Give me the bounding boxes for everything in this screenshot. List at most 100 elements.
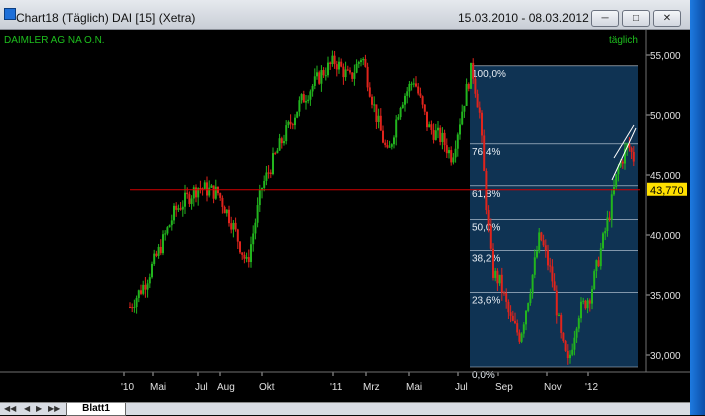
candle-body (382, 130, 384, 143)
candle-body (137, 290, 140, 298)
candle-body (509, 312, 512, 316)
prev-sheet-icon[interactable]: ◀ (24, 404, 30, 413)
candle-body (408, 83, 411, 92)
candle-body (168, 225, 171, 228)
last-sheet-icon[interactable]: ▶▶ (48, 404, 60, 413)
candle-body (472, 62, 475, 79)
candle-body (291, 124, 294, 126)
candle-body (184, 192, 186, 207)
candle-body (467, 83, 470, 89)
candle-body (162, 234, 164, 254)
candle-body (148, 277, 151, 284)
candle-body (434, 130, 437, 140)
candle-body (245, 257, 248, 259)
desktop-edge (690, 0, 705, 415)
sheet-tab-blatt1[interactable]: Blatt1 (66, 403, 126, 416)
candle-body (610, 194, 613, 220)
fib-level-label: 100,0% (472, 69, 506, 80)
candle-body (445, 145, 448, 154)
candle-body (386, 145, 389, 148)
candle-body (188, 194, 191, 204)
candle-body (560, 315, 563, 333)
candle-body (584, 300, 587, 309)
candle-body (443, 132, 446, 146)
fib-level-label: 76,4% (472, 147, 500, 158)
candle-body (498, 274, 501, 284)
candle-body (465, 83, 468, 106)
candle-body (296, 111, 299, 118)
candle-body (324, 75, 327, 77)
first-sheet-icon[interactable]: ◀◀ (4, 404, 16, 413)
sheet-bar: ◀◀ ◀ ▶ ▶▶ Blatt1 (0, 402, 690, 416)
price-tag: 43,770 (647, 182, 687, 197)
candle-body (608, 217, 611, 220)
candle-body (313, 76, 316, 86)
candle-body (256, 205, 259, 223)
candle-body (144, 284, 147, 290)
candle-body (566, 350, 569, 359)
candle-body (258, 190, 261, 206)
candle-body (175, 205, 178, 210)
candle-body (597, 260, 600, 267)
fib-level-label: 50,0% (472, 222, 500, 233)
candle-body (329, 62, 332, 64)
candle-body (456, 134, 459, 149)
candle-body (595, 260, 598, 272)
candle-body (393, 137, 395, 145)
candle-body (327, 62, 329, 76)
candle-body (487, 210, 490, 226)
candle-body (159, 246, 162, 254)
candle-body (621, 161, 624, 164)
candle-body (166, 227, 169, 234)
candle-body (353, 72, 356, 79)
candle-body (531, 274, 534, 294)
candle-body (267, 172, 270, 174)
candle-body (553, 281, 556, 291)
candle-body (373, 104, 376, 106)
candle-body (525, 310, 527, 325)
candle-body (577, 318, 580, 329)
candle-body (371, 96, 373, 105)
candle-body (496, 270, 499, 284)
candle-body (206, 182, 208, 196)
x-tick-label: Aug (217, 382, 235, 393)
candle-body (606, 217, 609, 231)
maximize-button[interactable]: □ (622, 10, 650, 27)
candle-body (192, 187, 195, 199)
candle-body (333, 55, 336, 65)
x-tick-label: Nov (544, 382, 562, 393)
candle-body (540, 232, 543, 241)
candle-body (516, 323, 519, 333)
candle-body (153, 253, 156, 264)
candle-body (368, 87, 371, 97)
candle-body (225, 209, 228, 214)
next-sheet-icon[interactable]: ▶ (36, 404, 42, 413)
candle-body (342, 66, 345, 78)
y-axis: 55,000 50,000 45,000 40,000 35,000 30,000 (646, 51, 681, 362)
candle-body (212, 185, 215, 199)
candle-body (410, 83, 413, 85)
candle-body (133, 307, 136, 309)
close-button[interactable]: ✕ (653, 10, 681, 27)
candle-body (419, 93, 422, 97)
candle-body (514, 320, 516, 324)
candle-body (613, 187, 615, 195)
candle-body (551, 266, 554, 282)
candle-body (186, 192, 189, 195)
candle-body (362, 58, 365, 61)
candle-body (503, 292, 505, 294)
candle-body (448, 150, 450, 154)
candle-body (388, 146, 391, 148)
x-axis: '10 Mai Jul Aug Okt '11 Mrz Mai Jul Sep Nov '12 (121, 372, 598, 393)
candle-body (351, 72, 354, 79)
candle-body (254, 222, 257, 234)
candle-body (294, 117, 296, 126)
candle-body (562, 332, 565, 342)
minimize-button[interactable]: ─ (591, 10, 619, 27)
candle-body (316, 72, 318, 77)
fib-level-label: 38,2% (472, 254, 500, 265)
candle-body (421, 96, 424, 105)
candle-body (538, 232, 541, 252)
chart-area[interactable]: 100,0%76,4%61,8%50,0%38,2%23,6%0,0% 55,0… (0, 30, 690, 402)
candle-body (533, 257, 536, 275)
